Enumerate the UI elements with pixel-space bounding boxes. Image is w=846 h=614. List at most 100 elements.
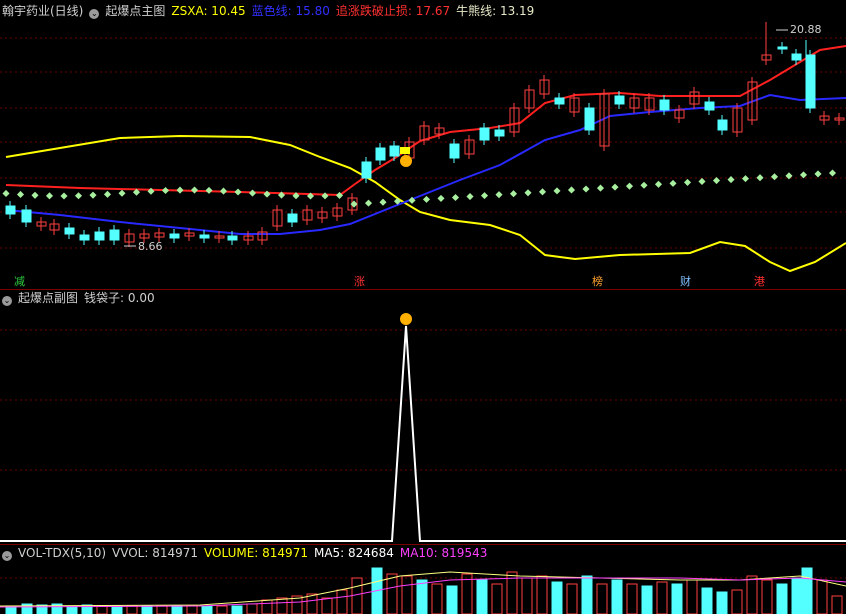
volume-bar — [231, 605, 243, 614]
bull-bear-dot — [654, 180, 663, 188]
indicator-lines — [5, 45, 846, 273]
volume-bar — [476, 579, 488, 614]
signal-flag — [400, 147, 410, 154]
volume-bar — [386, 573, 398, 614]
bull-bear-dot — [451, 193, 460, 202]
bull-bear-dot — [524, 189, 532, 197]
bull-bear-dot — [553, 187, 561, 195]
volume-bar — [816, 579, 828, 614]
volume-bar — [66, 605, 78, 614]
volume-bar — [641, 585, 653, 614]
volume-bar — [761, 579, 773, 614]
bull-bear-dot — [364, 199, 373, 207]
bull-bear-dot — [698, 177, 706, 186]
bull-bear-dot — [683, 178, 692, 186]
candle-body — [449, 143, 460, 159]
volume-bar — [701, 587, 713, 614]
money-bag-icon — [400, 155, 412, 167]
bull-bear-dot — [263, 190, 271, 198]
bull-bear-dot — [31, 191, 39, 199]
candle-body — [479, 127, 490, 141]
bull-bear-dot — [596, 184, 605, 192]
bull-bear-dot — [321, 192, 329, 200]
volume-bar — [671, 583, 683, 614]
candle-body — [375, 147, 386, 161]
volume-bar — [776, 583, 788, 614]
volume-bar — [566, 583, 578, 614]
volume-bar — [801, 567, 813, 614]
volume-bar — [126, 605, 138, 614]
volume-bar — [351, 577, 363, 614]
marker-zhang[interactable]: 涨 — [354, 275, 365, 288]
volume-bar — [716, 591, 728, 614]
candle-body — [79, 234, 90, 241]
bull-bear-dot — [437, 194, 445, 202]
bull-bear-dots — [2, 147, 837, 208]
sub-chart — [0, 313, 846, 542]
candle-body — [5, 205, 16, 215]
low-price-label: 8.66 — [138, 240, 163, 253]
candle-body — [94, 231, 105, 241]
volume-bar — [401, 575, 413, 614]
volume-bar — [416, 579, 428, 614]
bull-bear-dot — [190, 186, 199, 194]
bull-bear-dot — [205, 186, 213, 194]
grid-lines — [0, 37, 846, 579]
volume-bar — [141, 605, 153, 614]
bull-bear-dot — [422, 195, 431, 203]
bull-bear-dot — [495, 191, 503, 199]
candle-body — [287, 213, 298, 223]
bull-bear-dot — [45, 192, 54, 200]
volume-bar — [186, 605, 198, 614]
volume-bar — [581, 575, 593, 614]
bull-bear-dot — [379, 198, 387, 206]
bull-bear-dot — [727, 176, 735, 184]
volume-bar — [731, 589, 743, 614]
marker-cai[interactable]: 财 — [680, 274, 691, 288]
candle-body — [361, 161, 372, 179]
marker-jian[interactable]: 减 — [14, 275, 25, 288]
volume-bar — [156, 605, 168, 614]
stock-chart-canvas[interactable]: 20.88 8.66 减 涨 榜 财 港 — [0, 0, 846, 614]
bull-bear-dot — [828, 169, 837, 177]
volume-bar — [261, 599, 273, 614]
candle-body — [64, 227, 75, 235]
candle-body — [494, 129, 505, 137]
volume-bar — [596, 583, 608, 614]
bull-bear-dot — [567, 186, 576, 194]
bull-bear-dot — [770, 173, 779, 181]
bull-bear-dot — [611, 183, 619, 191]
volume-bar — [246, 603, 258, 614]
bull-bear-dot — [176, 186, 184, 194]
high-price-label: 20.88 — [790, 23, 822, 36]
volume-bar — [791, 577, 803, 614]
candle-body — [554, 97, 565, 105]
volume-bar — [491, 583, 503, 614]
candle-body — [659, 99, 670, 111]
volume-bar — [431, 583, 443, 614]
bull-bear-dot — [2, 189, 10, 197]
marker-gang[interactable]: 港 — [754, 275, 765, 288]
candle-body — [169, 233, 180, 239]
candle-body — [584, 107, 595, 131]
candle-body — [227, 235, 238, 241]
bull-bear-dot — [669, 179, 677, 187]
volume-bar — [746, 575, 758, 614]
bull-bear-dot — [756, 174, 764, 182]
bull-bear-dot — [466, 193, 474, 201]
bull-bear-dot — [741, 175, 750, 183]
marker-bang[interactable]: 榜 — [592, 274, 603, 288]
volume-bar — [626, 583, 638, 614]
volume-bar — [201, 605, 213, 614]
bull-bear-dot — [582, 185, 590, 193]
bull-bear-dot — [118, 189, 126, 197]
volume-bar — [216, 605, 228, 614]
bull-bear-dot — [219, 187, 228, 195]
candle-body — [777, 46, 788, 50]
bull-bear-dot — [74, 192, 83, 200]
bull-bear-dot — [799, 171, 808, 179]
volume-bar — [306, 593, 318, 614]
bull-bear-dot — [640, 181, 648, 189]
volume-bar — [831, 595, 843, 614]
candle-body — [199, 234, 210, 239]
